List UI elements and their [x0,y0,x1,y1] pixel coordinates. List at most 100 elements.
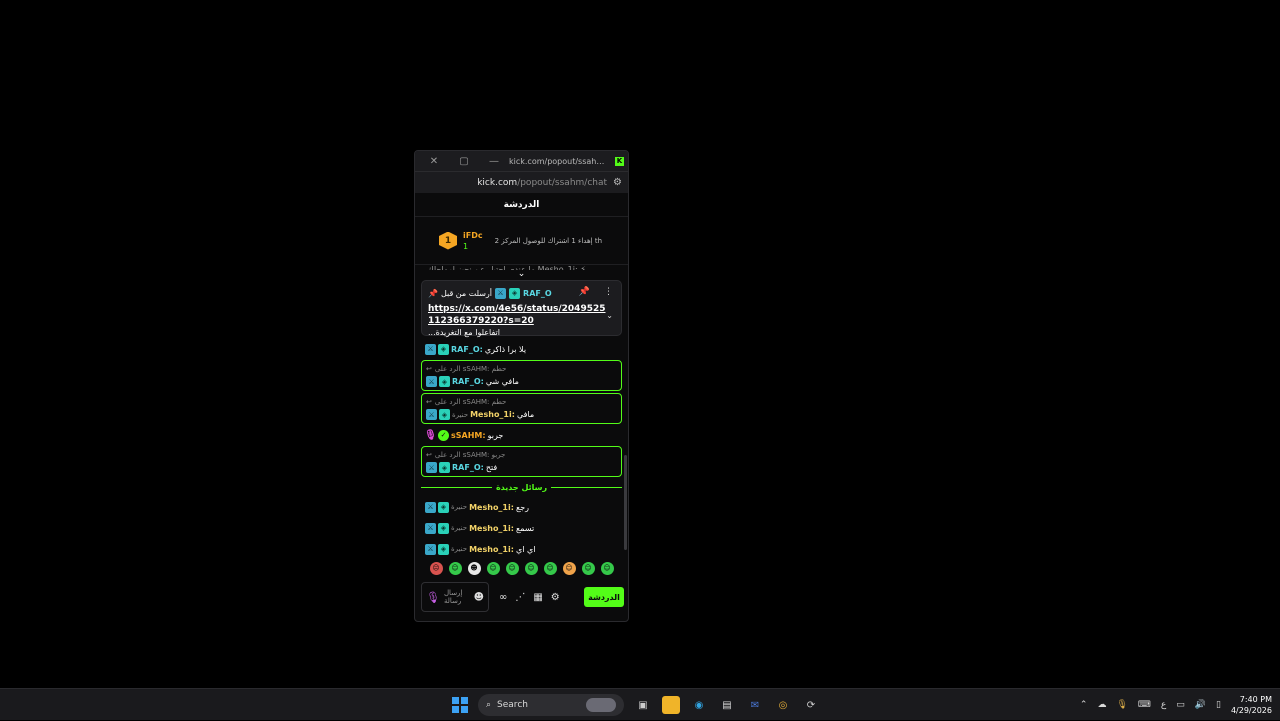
system-tray: ⌃ ☁ 🎙 ⌨ ع ▭ 🔊 ▯ 7:40 PM 4/29/2026 [1080,689,1272,721]
minimize-icon[interactable]: — [479,151,509,171]
language-indicator[interactable]: ع [1161,700,1166,710]
taskbar-search[interactable]: ⌕ Search [478,694,624,716]
chat-popout-window: ✕ ▢ — kick.com/popout/ssahm/ch... K kick… [414,150,629,622]
emote-icon[interactable]: ☺ [505,561,519,575]
maximize-icon[interactable]: ▢ [449,151,479,171]
message-username[interactable]: RAF_O: [452,463,484,472]
taskbar-clock[interactable]: 7:40 PM 4/29/2026 [1231,694,1272,716]
chat-header: الدردشة [415,193,628,217]
message-username[interactable]: Mesho_1i: [469,503,514,512]
chat-scrollbar[interactable] [624,455,627,550]
window-title: kick.com/popout/ssahm/ch... [509,156,615,166]
leaderboard-row[interactable]: 1 iFDc 1 إهداء 1 اشتراك للوصول المركز 2 … [415,217,628,265]
subscriber-badge-icon: ◈ [438,543,449,555]
chat-input[interactable]: 🎙 إرسال رسالة ☻ [421,582,489,612]
message-username[interactable]: RAF_O: [451,345,483,354]
chevron-up-icon[interactable]: ⌃ [1080,700,1088,710]
emote-icon[interactable]: ☻ [467,561,481,575]
message-username[interactable]: Mesho_1i: [470,410,515,419]
settings-gear-icon[interactable]: ⚙ [551,592,560,603]
search-highlight-image [586,698,616,712]
pinned-message[interactable]: 📌 أرسلت من قبل ⚔ ◈ RAF_O 📌 ⋮ https://x.c… [421,280,622,337]
subscriber-badge-icon: ◈ [509,287,521,299]
moderator-badge-icon: ⚔ [426,462,437,473]
send-chat-button[interactable]: الدردشة [584,587,624,607]
outlook-icon[interactable]: ✉ [746,696,764,714]
chat-message[interactable]: ⚔ ◈ حنيرة Mesho_1i: تسمع [415,519,628,537]
message-username[interactable]: sSAHM: [451,431,486,440]
url-bar[interactable]: kick.com/popout/ssahm/chat ⚙ [415,171,628,193]
divider-line [421,487,492,488]
app-icon[interactable]: ⟳ [802,696,820,714]
collapse-chevron-icon[interactable]: ⌄ [415,270,628,280]
microphone-icon[interactable]: 🎙 [1116,700,1127,710]
microsoft-store-icon[interactable]: ▤ [718,696,736,714]
message-username[interactable]: Mesho_1i: [469,524,514,533]
subscriber-badge-icon: ◈ [439,409,450,420]
message-username[interactable]: Mesho_1i: [469,545,514,554]
file-explorer-icon[interactable] [662,696,680,714]
mic-icon[interactable]: 🎙 [426,591,440,604]
leader-text: إهداء 1 اشتراك للوصول المركز 2 th [494,236,603,245]
message-text: مافي شي [485,377,519,386]
share-icon[interactable]: ⋰ [515,592,525,603]
edge-browser-icon[interactable]: ◉ [690,696,708,714]
message-username[interactable]: RAF_O: [452,377,484,386]
nickname-tag: حنيرة [451,524,468,532]
store-icon[interactable]: ▦ [533,592,542,603]
reply-context: ↩ الرد على sSAHM: حطم [426,396,617,407]
emote-icon[interactable]: ☺ [448,561,462,575]
reply-context-text: الرد على sSAHM: حطم [434,397,507,406]
message-text: فتح [485,463,498,472]
url-text: kick.com/popout/ssahm/chat [477,178,607,188]
taskbar-apps: ⌕ Search ▣ ◉ ▤ ✉ ◎ ⟳ [452,689,820,721]
url-domain: kick.com [477,177,518,188]
keyboard-icon[interactable]: ⌨ [1138,700,1151,710]
chat-message: ⚔ ◈ حنيرة Mesho_1i: مافي [426,407,617,422]
reply-message[interactable]: ↩ الرد على sSAHM: حطم ⚔ ◈ حنيرة Mesho_1i:… [421,393,622,424]
reply-message[interactable]: ↩ الرد على sSAHM: جربو ⚔ ◈ RAF_O: فتح [421,446,622,477]
site-settings-icon[interactable]: ⚙ [613,177,622,188]
leader-username: iFDc [463,230,483,240]
reply-arrow-icon: ↩ [426,450,432,459]
emote-icon[interactable]: ☺ [543,561,557,575]
emote-icon[interactable]: ☺ [581,561,595,575]
chevron-down-icon[interactable]: ⌄ [606,311,613,320]
close-icon[interactable]: ✕ [419,151,449,171]
subscriber-badge-icon: ◈ [438,522,449,534]
network-icon[interactable]: ▭ [1176,700,1185,710]
message-text: مافي [516,410,535,419]
pinned-link[interactable]: https://x.com/4e56/status/2049525 112366… [428,303,606,327]
chrome-browser-icon[interactable]: ◎ [774,696,792,714]
window-titlebar: ✕ ▢ — kick.com/popout/ssahm/ch... K [415,151,628,171]
volume-icon[interactable]: 🔊 [1195,700,1206,710]
leader-user: iFDc 1 [463,230,483,252]
emote-icon[interactable]: ☹ [429,561,443,575]
emote-icon[interactable]: ☺ [600,561,614,575]
chat-message[interactable]: ⚔ ◈ RAF_O: يلا برا ذاكري [415,340,628,358]
emoji-picker-icon[interactable]: ☻ [474,592,484,603]
onedrive-icon[interactable]: ☁ [1097,700,1106,710]
chat-message[interactable]: ⚔ ◈ حنيرة Mesho_1i: رجع [415,498,628,516]
more-menu-icon[interactable]: ⋮ [604,287,613,297]
verified-badge-icon: ✓ [438,429,449,441]
emote-icon[interactable]: ☺ [486,561,500,575]
battery-icon[interactable]: ▯ [1216,700,1221,710]
message-text: تسمع [515,523,535,533]
reply-message[interactable]: ↩ الرد على sSAHM: حطم ⚔ ◈ RAF_O: مافي شي [421,360,622,391]
infinity-icon[interactable]: ∞ [499,592,507,603]
subscriber-badge-icon: ◈ [438,343,449,355]
quick-emote-bar: ☹ ☺ ☻ ☺ ☺ ☺ ☺ ☺ ☺ ☺ [415,557,628,579]
chat-composer: 🎙 إرسال رسالة ☻ ∞ ⋰ ▦ ⚙ الدردشة [415,579,628,615]
moderator-badge-icon: ⚔ [425,343,436,355]
task-view-icon[interactable]: ▣ [634,696,652,714]
unpin-icon[interactable]: 📌 [579,287,590,297]
emote-icon[interactable]: ☺ [562,561,576,575]
nickname-tag: حنيرة [451,503,468,511]
windows-start-icon[interactable] [452,697,468,713]
message-text: جربو [487,430,504,440]
chat-message[interactable]: ⚔ ◈ حنيرة Mesho_1i: اي اي [415,540,628,557]
emote-icon[interactable]: ☺ [524,561,538,575]
chat-message[interactable]: 🎙 ✓ sSAHM: جربو [415,426,628,444]
reply-arrow-icon: ↩ [426,397,432,406]
